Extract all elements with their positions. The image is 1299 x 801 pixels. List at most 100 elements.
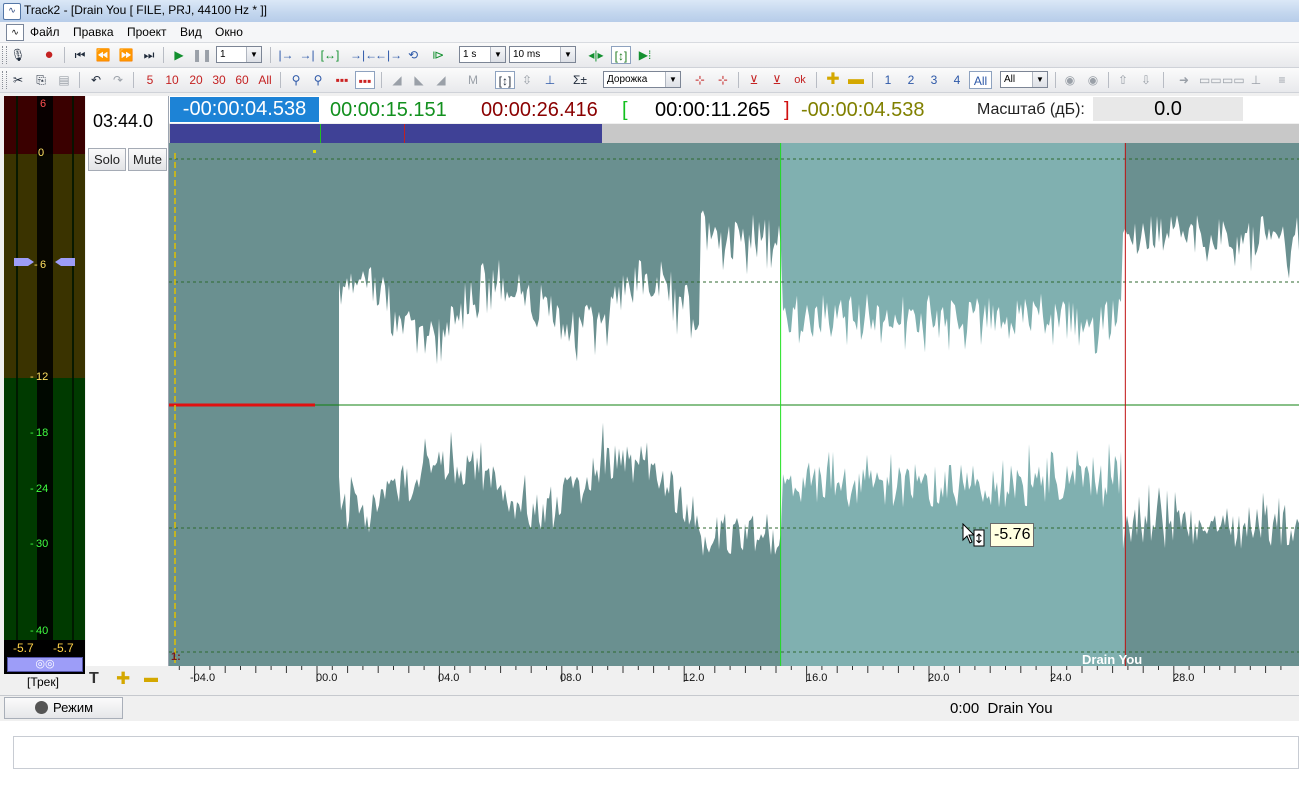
fade-in-icon[interactable]: ◢ <box>387 71 407 89</box>
toolbar-grip[interactable] <box>2 71 7 89</box>
split-icon[interactable]: ◂|▸ <box>586 46 606 64</box>
cut-icon[interactable]: ✂ <box>8 71 28 89</box>
selection-end-time[interactable]: 00:00:26.416 <box>481 98 598 122</box>
mark-out-icon[interactable]: →| <box>297 46 317 64</box>
track-all-button[interactable]: All <box>969 71 992 89</box>
eye-hide-icon[interactable]: ◉ <box>1083 71 1103 89</box>
overview-sel-end <box>404 124 405 143</box>
zoom-5s-button[interactable]: 5 <box>140 71 160 89</box>
document-icon[interactable]: ∿ <box>6 24 24 41</box>
move-up-icon[interactable]: ⇧ <box>1113 71 1133 89</box>
sum-icon[interactable]: Σ± <box>570 71 590 89</box>
mark-in-icon[interactable]: |→ <box>276 46 296 64</box>
mode-button[interactable]: Режим <box>4 697 123 719</box>
tile-horizontal-icon[interactable]: ▭▭ <box>1199 71 1222 89</box>
loop-icon[interactable]: ⟲ <box>403 46 423 64</box>
ruler-ticks <box>178 666 1282 682</box>
track-1-button[interactable]: 1 <box>878 71 898 89</box>
align-bottom-icon[interactable]: ⊥ <box>540 71 560 89</box>
snap-icon[interactable]: [↕] <box>611 46 631 64</box>
tile-vertical-icon[interactable]: ▭▭ <box>1222 71 1245 89</box>
scale-value[interactable]: 0.0 <box>1093 97 1243 121</box>
zoom-all-button[interactable]: All <box>255 71 275 89</box>
expand-right-icon[interactable]: ←|→ <box>375 46 402 64</box>
waveform-canvas[interactable] <box>169 143 1299 666</box>
paste-icon[interactable]: ▤ <box>54 71 74 89</box>
record-button[interactable]: ● <box>39 46 59 64</box>
overview-visible-range[interactable] <box>170 124 602 143</box>
fine-step-select[interactable]: 10 ms ▼ <box>509 46 576 63</box>
redo-icon[interactable]: ↷ <box>108 71 128 89</box>
zoom-10s-button[interactable]: 10 <box>162 71 182 89</box>
minus-icon[interactable]: ▬ <box>846 71 866 89</box>
eye-icon[interactable]: ◉ <box>1060 71 1080 89</box>
normalize-button[interactable]: M <box>463 71 483 89</box>
track-filter-select[interactable]: All ▼ <box>1000 71 1048 88</box>
vertical-expand-icon[interactable]: ⇳ <box>517 71 537 89</box>
zoom-30s-button[interactable]: 30 <box>209 71 229 89</box>
menu-file[interactable]: Файл <box>26 24 64 40</box>
undo-icon[interactable]: ↶ <box>86 71 106 89</box>
marker-drop-icon[interactable]: ⊻ <box>767 71 787 89</box>
pause-button[interactable]: ❚❚ <box>192 46 212 64</box>
forward-icon[interactable]: ⏩ <box>116 46 136 64</box>
list-icon[interactable]: ≡ <box>1272 71 1292 89</box>
menu-window[interactable]: Окно <box>211 24 247 40</box>
plus-icon[interactable]: ✚ <box>823 71 843 89</box>
zoom-selection-icon[interactable]: ▪▪▪ <box>355 71 375 89</box>
tree-icon[interactable]: ⊥ <box>1246 71 1266 89</box>
waveform-app-icon[interactable]: ∿ <box>3 3 21 20</box>
bottom-text-field[interactable] <box>13 736 1299 769</box>
solo-button[interactable]: Solo <box>88 148 126 171</box>
arrow-right-icon[interactable]: ➜ <box>1174 71 1194 89</box>
menu-view[interactable]: Вид <box>176 24 206 40</box>
vertical-fit-icon[interactable]: [↕] <box>495 71 515 89</box>
track-2-button[interactable]: 2 <box>901 71 921 89</box>
mute-button[interactable]: Mute <box>128 148 167 171</box>
meter-minus-sign: - <box>30 625 34 637</box>
track-button[interactable]: [Трек] <box>27 675 59 689</box>
marker-ok-button[interactable]: ok <box>790 71 810 89</box>
track-3-button[interactable]: 3 <box>924 71 944 89</box>
track-4-button[interactable]: 4 <box>947 71 967 89</box>
zoom-out-icon[interactable]: ⚲ <box>308 71 328 89</box>
zoom-step-select[interactable]: 1 s ▼ <box>459 46 506 63</box>
marker-right-icon[interactable]: ⊹ <box>713 71 733 89</box>
expand-left-icon[interactable]: →|← <box>350 46 377 64</box>
zoom-60s-button[interactable]: 60 <box>232 71 252 89</box>
marker-left-icon[interactable]: ⊹ <box>690 71 710 89</box>
copy-icon[interactable]: ⎘ <box>31 71 51 89</box>
selection-length[interactable]: 00:00:11.265 <box>655 98 770 122</box>
toolbar-grip[interactable] <box>2 46 7 64</box>
rewind-icon[interactable]: ⏪ <box>93 46 113 64</box>
separator <box>1163 72 1164 88</box>
mic-record-icon[interactable]: 🎙 <box>8 46 28 64</box>
crossfade-icon[interactable]: ◢ <box>431 71 451 89</box>
offset-time[interactable]: -00:00:04.538 <box>801 98 924 122</box>
track-mode-select[interactable]: Дорожка ▼ <box>603 71 681 88</box>
play-selection-icon[interactable]: ⧐ <box>428 46 448 64</box>
fade-out-icon[interactable]: ◣ <box>409 71 429 89</box>
play-cursor-icon[interactable]: ▶⁞ <box>635 46 655 64</box>
marker-add-icon[interactable]: ⊻ <box>744 71 764 89</box>
zoom-fit-icon[interactable]: ▪▪▪ <box>332 71 352 89</box>
link-rings-icon[interactable]: ◎◎ <box>7 657 83 672</box>
menu-edit[interactable]: Правка <box>69 24 118 40</box>
go-start-icon[interactable]: ⏮ <box>70 46 90 64</box>
selection-start-time[interactable]: 00:00:15.151 <box>330 98 447 122</box>
cursor-time[interactable]: -00:00:04.538 <box>170 97 319 122</box>
go-end-icon[interactable]: ⏭ <box>139 46 159 64</box>
value-tooltip: -5.76 <box>990 523 1035 547</box>
text-tool-icon[interactable]: T <box>89 670 99 688</box>
menu-project[interactable]: Проект <box>123 24 171 40</box>
timeline-ruler[interactable] <box>169 666 1299 690</box>
zoom-20s-button[interactable]: 20 <box>186 71 206 89</box>
step-select[interactable]: 1 ▼ <box>216 46 262 63</box>
play-button[interactable]: ▶ <box>169 46 189 64</box>
zoom-in-icon[interactable]: ⚲ <box>286 71 306 89</box>
selection-icon[interactable]: [↔] <box>320 46 340 64</box>
waveform-view[interactable] <box>169 143 1299 666</box>
move-down-icon[interactable]: ⇩ <box>1136 71 1156 89</box>
remove-track-icon[interactable]: ▬ <box>144 669 158 685</box>
add-track-icon[interactable]: ✚ <box>116 669 130 689</box>
